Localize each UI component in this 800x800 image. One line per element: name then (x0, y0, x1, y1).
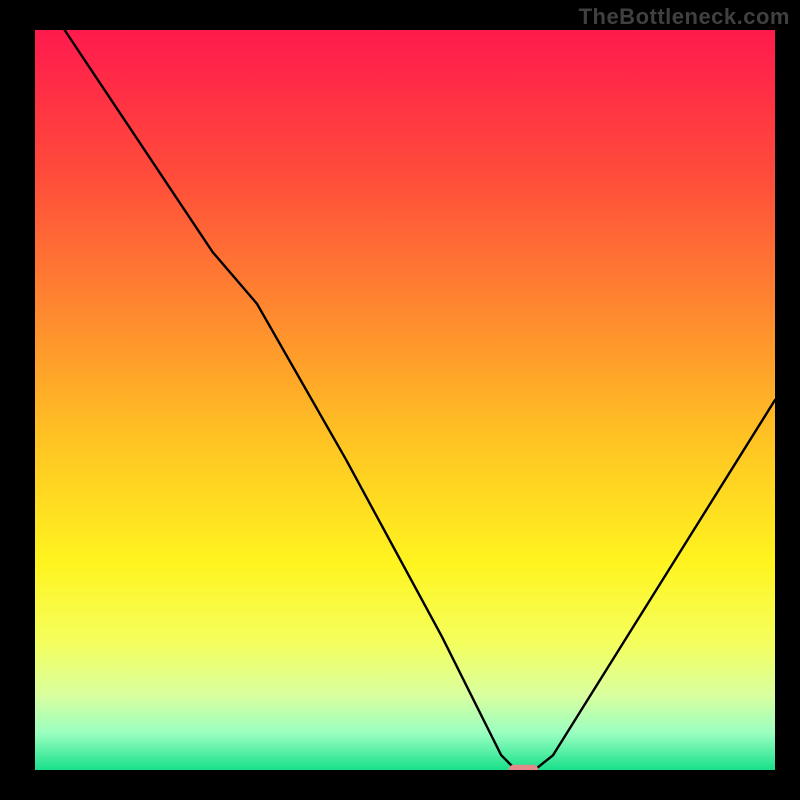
sweet-spot-marker (509, 765, 539, 770)
plot-area (35, 30, 775, 770)
chart-svg (35, 30, 775, 770)
gradient-background (35, 30, 775, 770)
watermark-text: TheBottleneck.com (579, 4, 790, 30)
chart-frame: TheBottleneck.com (0, 0, 800, 800)
